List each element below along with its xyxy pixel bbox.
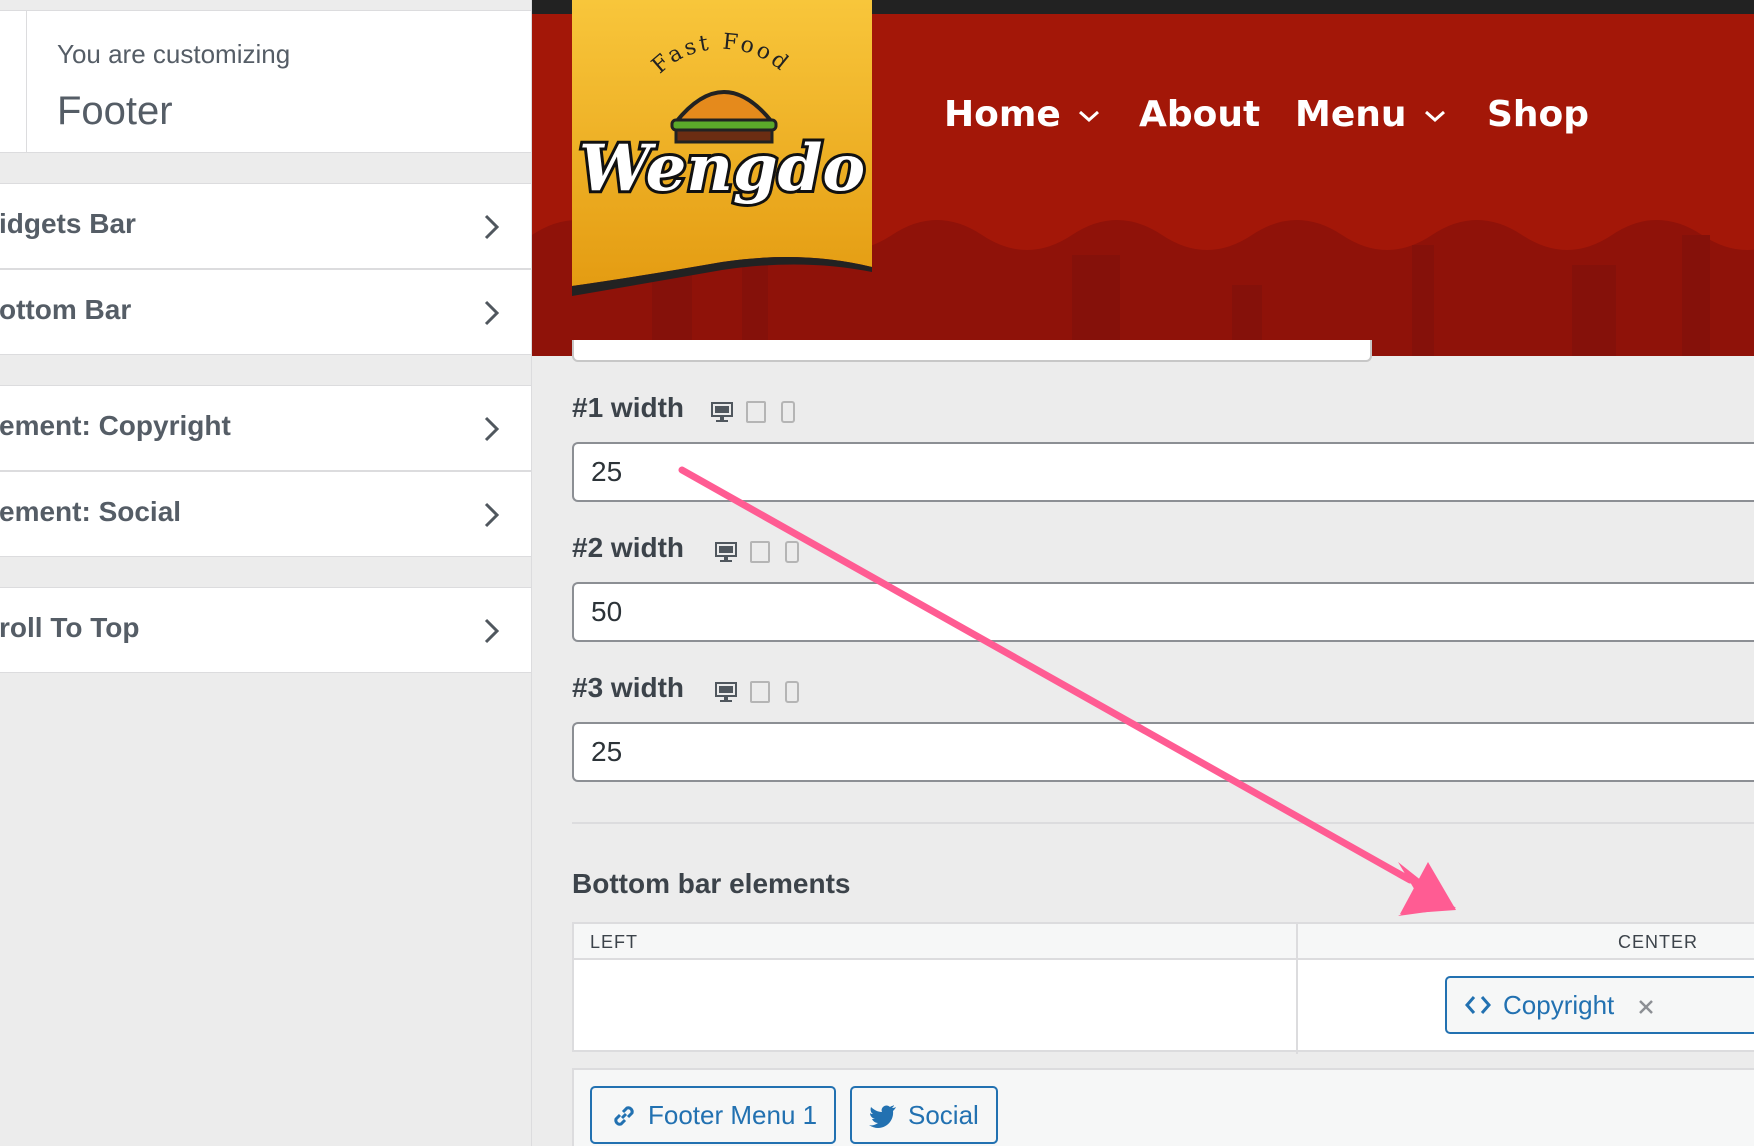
code-icon (1465, 996, 1491, 1014)
tablet-icon[interactable] (749, 680, 771, 704)
chevron-right-icon (484, 416, 500, 442)
nav-shop[interactable]: Shop (1487, 94, 1589, 135)
preview-area: Fast Food Wengdo Home About Menu Shop #1… (532, 0, 1754, 1146)
section-bottom-bar[interactable]: ottom Bar (0, 269, 531, 355)
site-header: Fast Food Wengdo Home About Menu Shop (532, 0, 1754, 356)
chevron-right-icon (484, 214, 500, 240)
section-label: ottom Bar (0, 294, 132, 325)
section-widgets-bar[interactable]: idgets Bar (0, 183, 531, 269)
chevron-down-icon (1078, 110, 1099, 123)
desktop-icon[interactable] (710, 400, 734, 424)
customizing-title: Footer (57, 89, 173, 133)
chip-label: Copyright (1503, 990, 1615, 1020)
width-3-input[interactable]: 25 (572, 722, 1754, 782)
section-label: ement: Social (0, 496, 182, 527)
link-icon (614, 1106, 634, 1126)
desktop-icon[interactable] (714, 540, 738, 564)
section-element-copyright[interactable]: ement: Copyright (0, 385, 531, 471)
customizer-sidebar: You are customizing Footer idgets Bar ot… (0, 0, 532, 1146)
desktop-icon[interactable] (714, 680, 738, 704)
zone-left-dropzone[interactable] (574, 962, 1296, 1052)
site-logo[interactable]: Fast Food Wengdo (572, 0, 872, 300)
chip-label: Footer Menu 1 (648, 1100, 818, 1130)
footer-menu-1-element-chip[interactable]: Footer Menu 1 (590, 1086, 836, 1144)
twitter-icon (869, 1105, 896, 1128)
zone-center-label: CENTER (1618, 932, 1699, 952)
width-1-input[interactable]: 25 (572, 442, 1754, 502)
mobile-icon[interactable] (784, 680, 800, 704)
width-2-input[interactable]: 50 (572, 582, 1754, 642)
nav-home[interactable]: Home (944, 94, 1101, 135)
chip-label: Social (908, 1100, 979, 1130)
section-element-social[interactable]: ement: Social (0, 471, 531, 557)
zone-left-header: LEFT (574, 924, 1296, 960)
nav-about[interactable]: About (1139, 94, 1260, 135)
back-button[interactable] (0, 11, 27, 152)
customizing-label: You are customizing (57, 39, 291, 69)
social-element-chip[interactable]: Social (850, 1086, 998, 1144)
copyright-element-chip[interactable]: Copyright (1445, 976, 1754, 1034)
previous-input-edge (572, 340, 1372, 362)
width-1-label: #1 width (572, 392, 685, 423)
device-switcher (714, 680, 804, 706)
tablet-icon[interactable] (745, 400, 767, 424)
svg-text:Wengdo: Wengdo (579, 131, 865, 206)
divider (572, 822, 1754, 824)
section-label: ement: Copyright (0, 410, 231, 441)
close-icon[interactable] (1637, 998, 1655, 1016)
chevron-right-icon (484, 502, 500, 528)
bottom-bar-elements-title: Bottom bar elements (572, 868, 851, 899)
width-3-label: #3 width (572, 672, 685, 703)
section-label: roll To Top (0, 612, 140, 643)
chevron-right-icon (484, 300, 500, 326)
section-label: idgets Bar (0, 208, 136, 239)
device-switcher (714, 540, 804, 566)
logo-image: Fast Food Wengdo (572, 0, 872, 296)
section-scroll-to-top[interactable]: roll To Top (0, 587, 531, 673)
tablet-icon[interactable] (749, 540, 771, 564)
chevron-down-icon (1424, 110, 1445, 123)
chevron-right-icon (484, 618, 500, 644)
width-2-label: #2 width (572, 532, 685, 563)
mobile-icon[interactable] (780, 400, 796, 424)
device-switcher (710, 400, 800, 426)
mobile-icon[interactable] (784, 540, 800, 564)
nav-menu[interactable]: Menu (1295, 94, 1447, 135)
customizer-section-header: You are customizing Footer (0, 10, 531, 153)
